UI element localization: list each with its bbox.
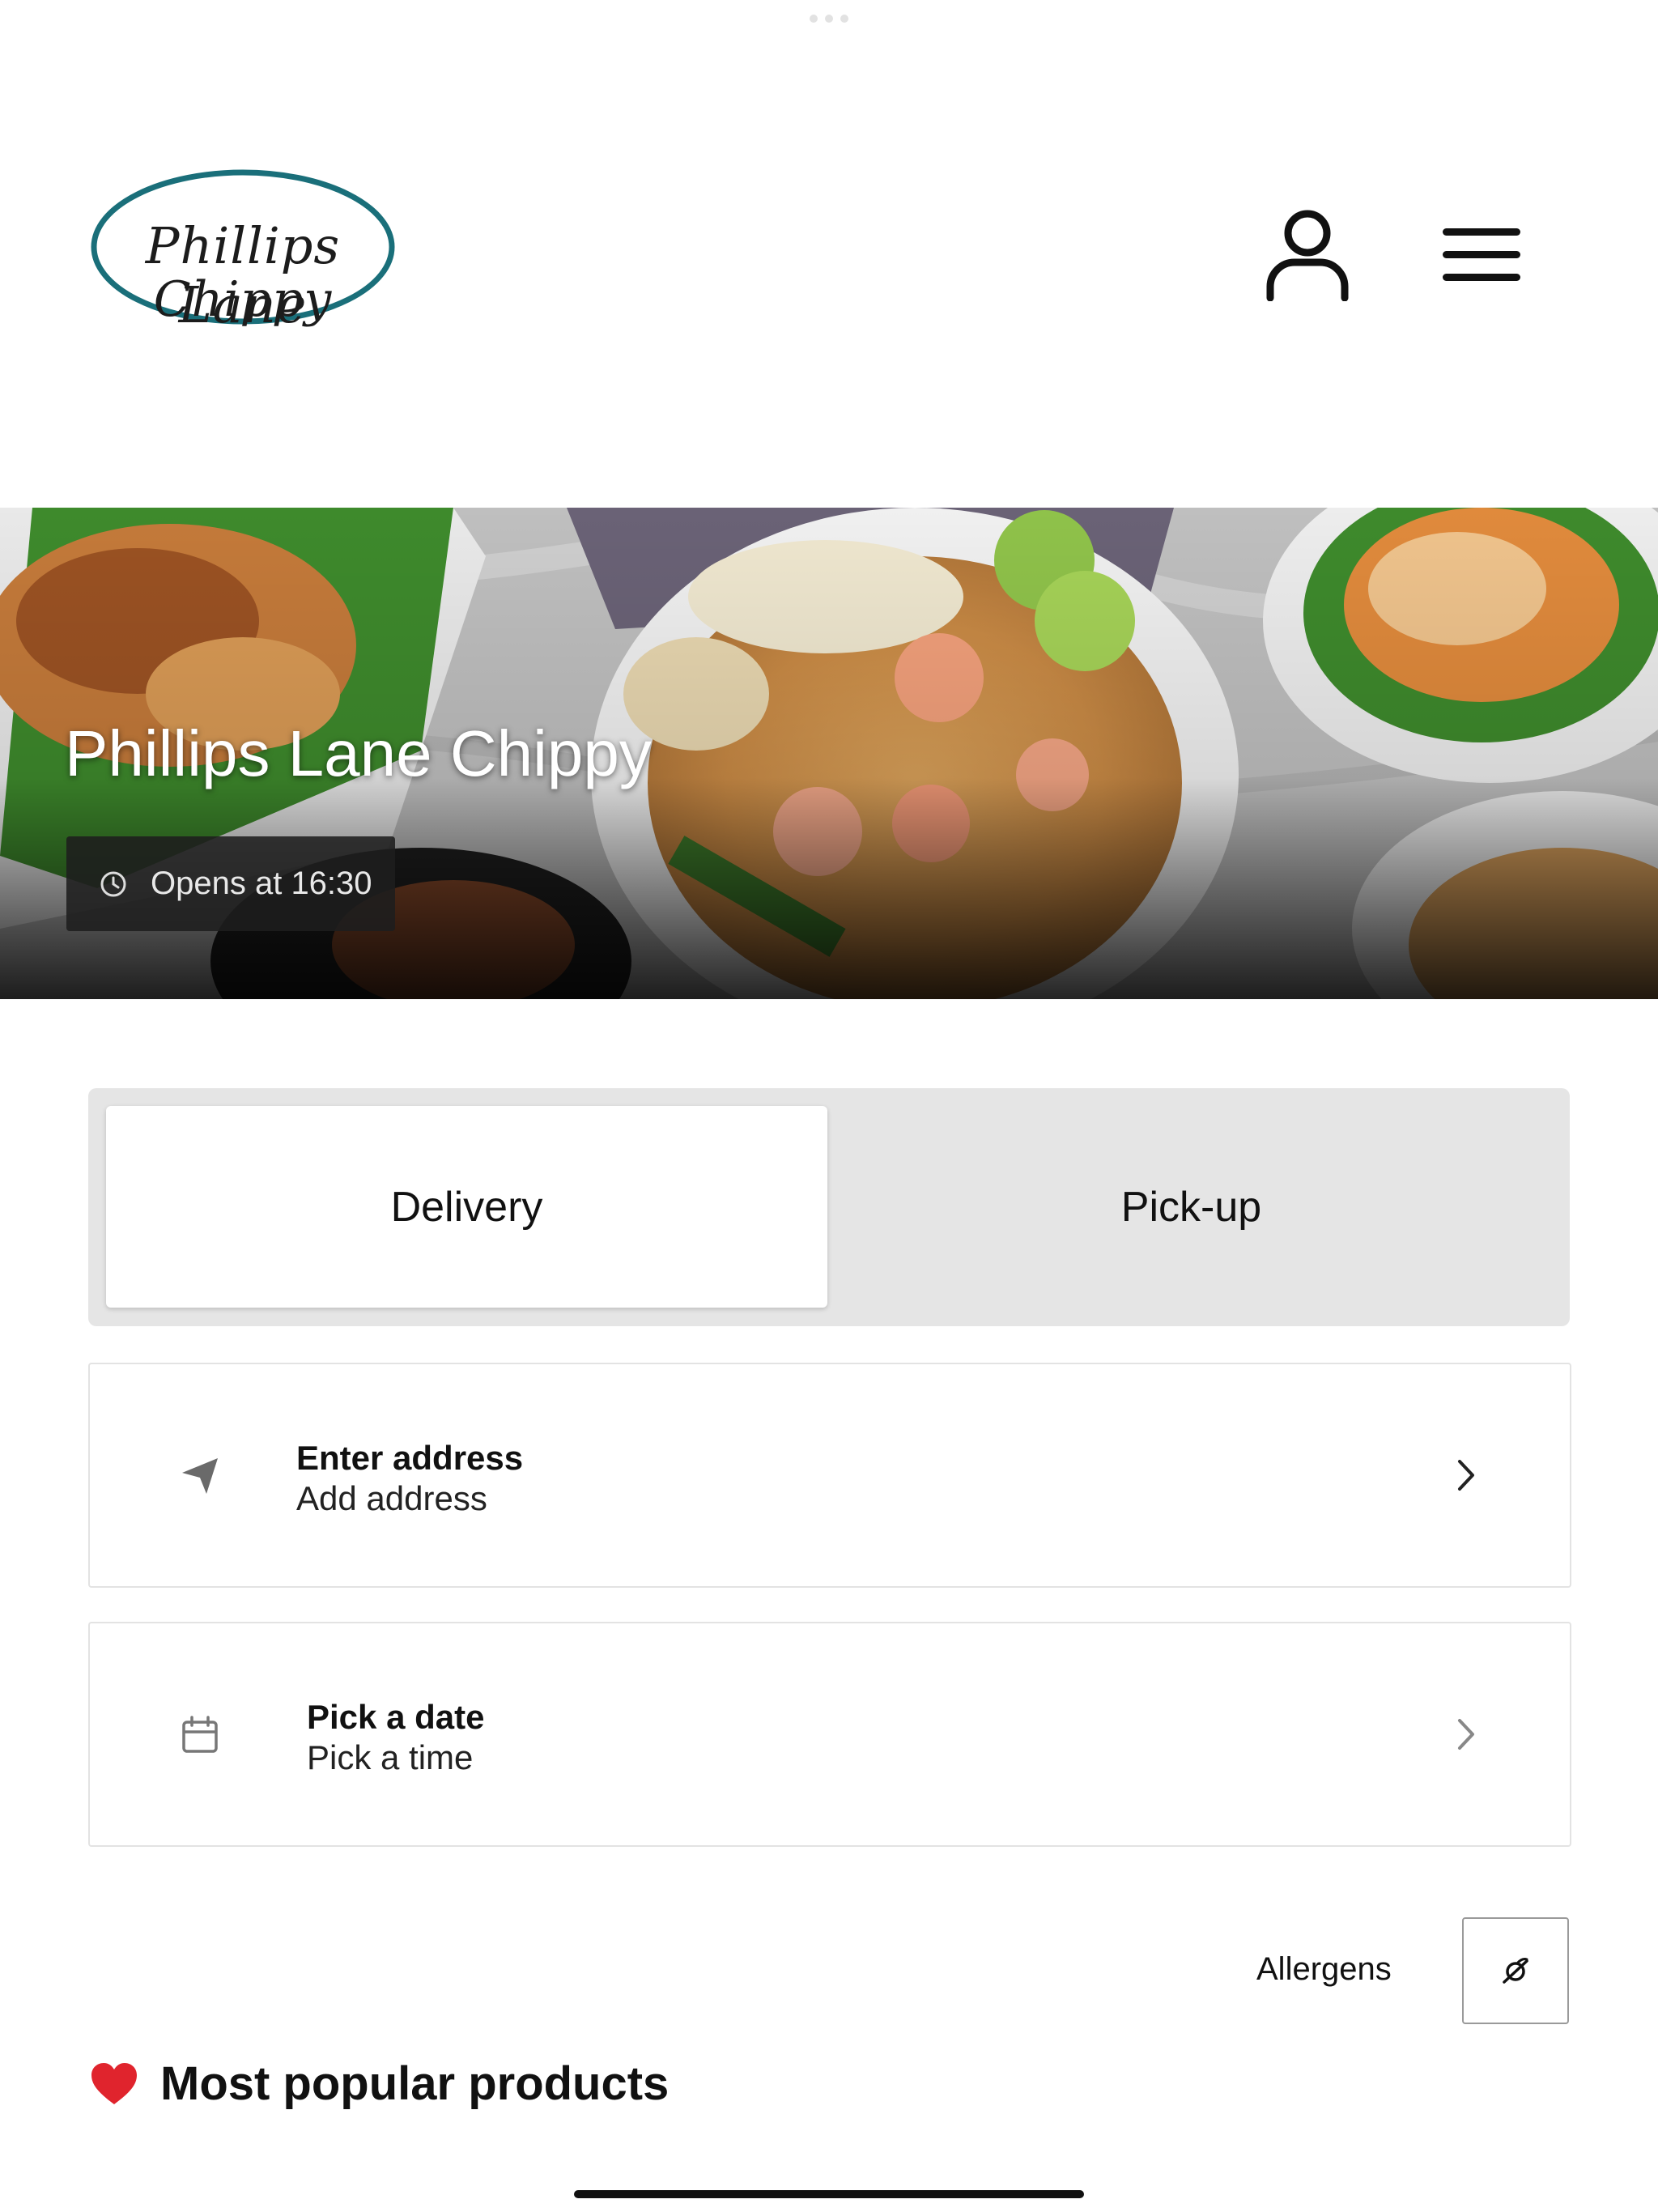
home-indicator[interactable]	[574, 2190, 1084, 2198]
restaurant-name: Phillips Lane Chippy	[65, 717, 652, 789]
pick-date-row[interactable]: Pick a date Pick a time	[88, 1622, 1571, 1847]
multitasking-dots[interactable]	[810, 15, 848, 23]
logo-line-2: Chippy	[153, 271, 333, 328]
popular-products-heading: Most popular products	[89, 2057, 669, 2111]
brand-logo[interactable]: Phillips Lane Chippy	[89, 166, 397, 344]
calendar-icon	[182, 1716, 218, 1753]
address-subtitle: Add address	[296, 1479, 487, 1517]
location-arrow-icon	[182, 1458, 218, 1494]
order-mode-toggle: Delivery Pick-up	[88, 1088, 1570, 1326]
chevron-right-icon	[1458, 1460, 1474, 1491]
menu-button[interactable]	[1429, 215, 1534, 296]
opening-status-text: Opens at 16:30	[151, 866, 372, 901]
user-icon	[1266, 210, 1349, 301]
enter-address-row[interactable]: Enter address Add address	[88, 1363, 1571, 1588]
chevron-right-icon	[1458, 1719, 1474, 1750]
hero-banner: Phillips Lane Chippy Opens at 16:30	[0, 508, 1658, 999]
allergens-button[interactable]	[1462, 1917, 1569, 2024]
allergen-icon	[1503, 1958, 1528, 1984]
heart-icon	[91, 2062, 137, 2104]
time-subtitle: Pick a time	[307, 1738, 474, 1776]
hamburger-menu-icon	[1443, 228, 1520, 281]
account-button[interactable]	[1255, 202, 1360, 308]
address-title: Enter address	[296, 1439, 524, 1477]
allergens-label: Allergens	[1256, 1951, 1392, 1987]
delivery-option[interactable]: Delivery	[106, 1106, 827, 1308]
opening-status-badge: Opens at 16:30	[66, 836, 395, 931]
clock-icon	[100, 871, 126, 896]
date-title: Pick a date	[307, 1698, 485, 1736]
popular-products-title: Most popular products	[160, 2057, 670, 2110]
pickup-option[interactable]: Pick-up	[831, 1106, 1552, 1308]
